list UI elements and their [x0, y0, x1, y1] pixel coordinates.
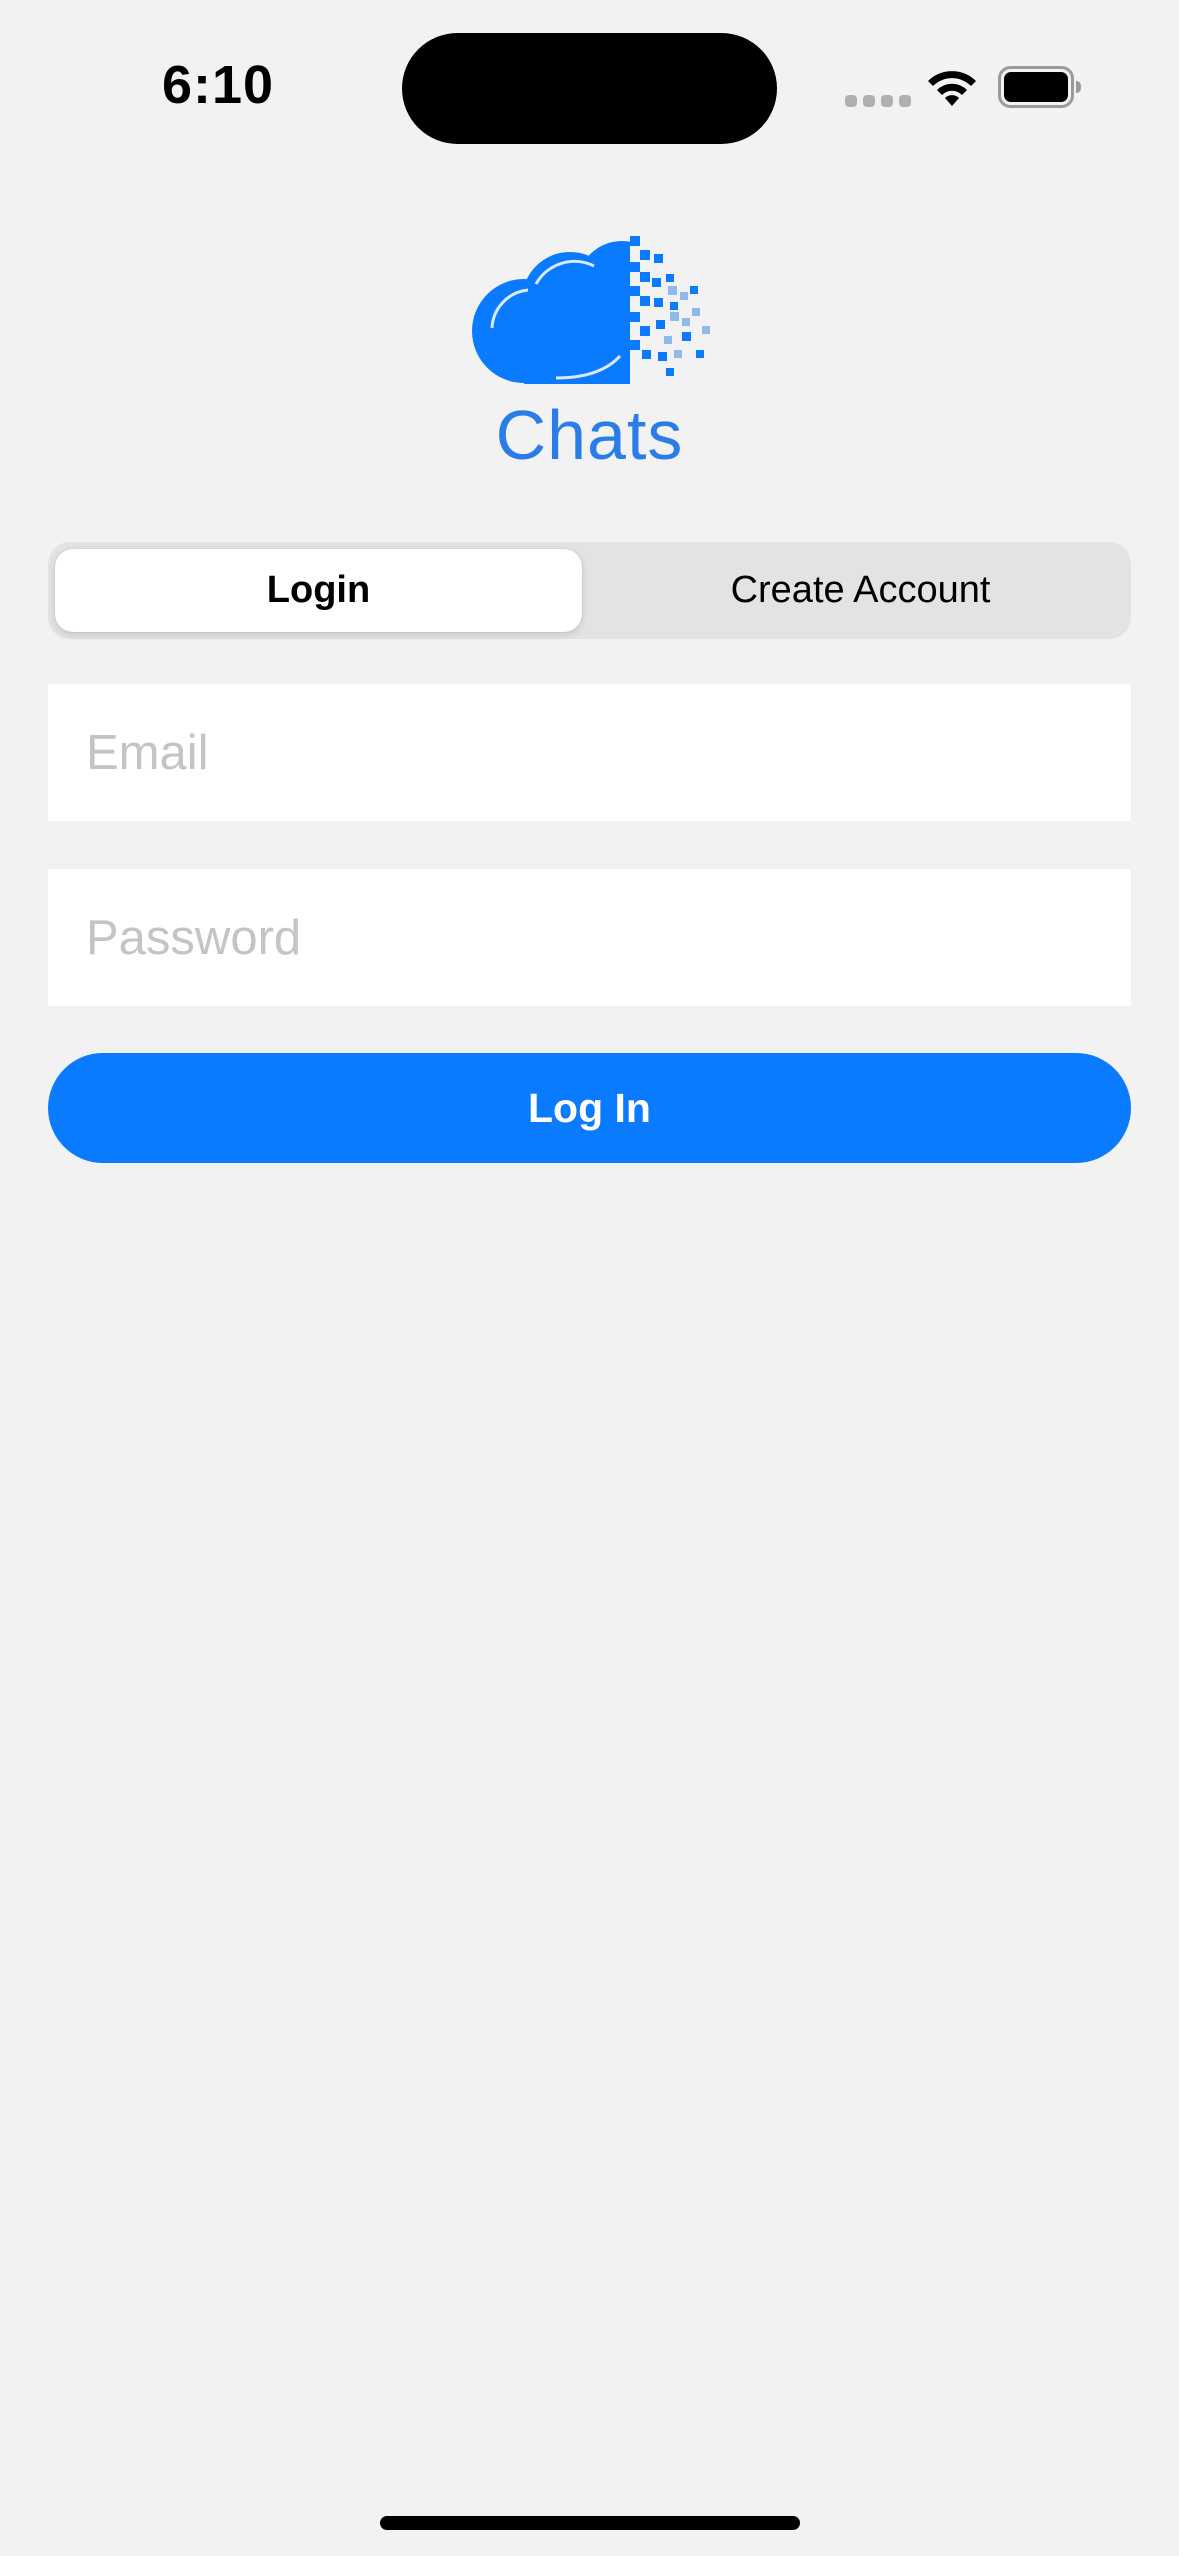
wifi-icon — [928, 71, 976, 106]
log-in-button[interactable]: Log In — [48, 1053, 1131, 1163]
dynamic-island — [402, 33, 777, 144]
email-field-container — [48, 684, 1131, 821]
tab-login[interactable]: Login — [55, 549, 582, 632]
password-field-container — [48, 869, 1131, 1006]
home-indicator[interactable] — [380, 2516, 800, 2530]
cellular-signal-icon — [845, 95, 911, 107]
auth-mode-segmented-control: Login Create Account — [48, 542, 1131, 639]
status-bar-time: 6:10 — [162, 55, 275, 115]
cloud-pixel-icon — [472, 228, 720, 393]
battery-icon — [998, 66, 1081, 108]
app-logo-text: Chats — [495, 396, 684, 474]
tab-create-account[interactable]: Create Account — [597, 549, 1124, 632]
email-field[interactable] — [48, 684, 1131, 821]
password-field[interactable] — [48, 869, 1131, 1006]
